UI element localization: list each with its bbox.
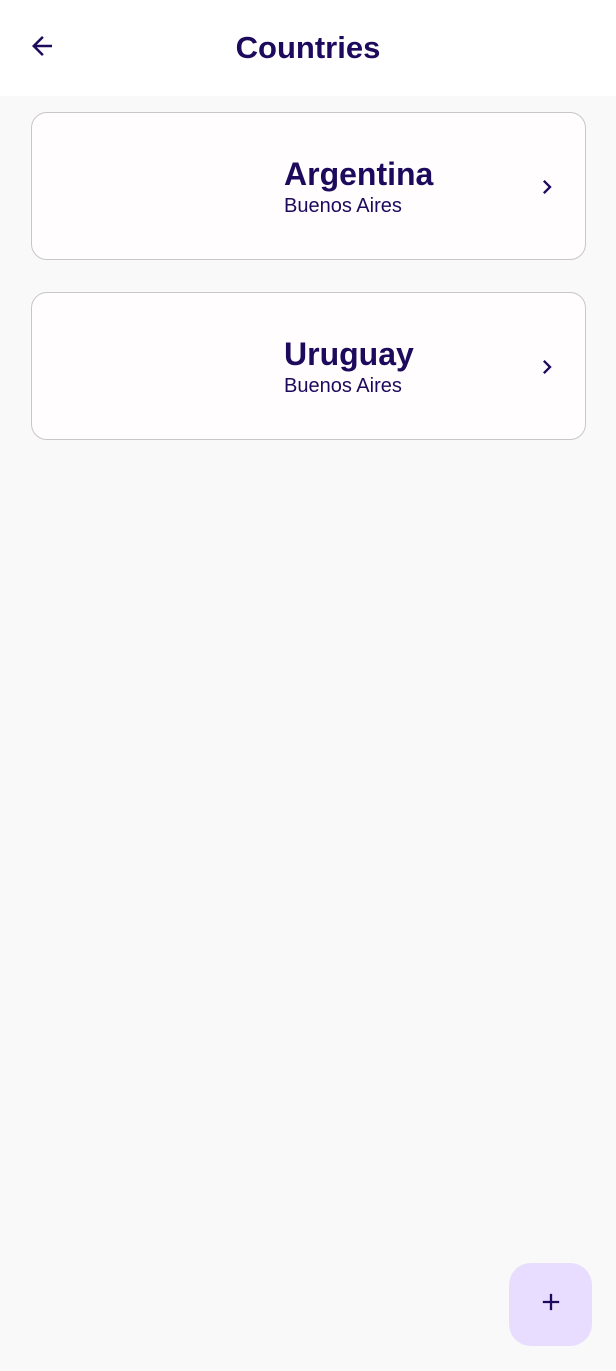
country-name: Argentina (284, 156, 434, 192)
chevron-right-icon (531, 171, 563, 203)
app-bar: Countries (0, 0, 616, 96)
country-capital: Buenos Aires (284, 195, 402, 217)
country-card-uruguay[interactable]: Uruguay Buenos Aires (31, 292, 586, 440)
add-country-button[interactable] (509, 1263, 592, 1346)
country-capital: Buenos Aires (284, 375, 402, 397)
chevron-right-icon (531, 351, 563, 383)
country-card-argentina[interactable]: Argentina Buenos Aires (31, 112, 586, 260)
country-list: Argentina Buenos Aires Uruguay Buenos Ai… (31, 112, 586, 472)
page-title: Countries (235, 30, 381, 65)
country-name: Uruguay (284, 336, 414, 372)
plus-icon (537, 1288, 565, 1321)
country-card-text: Uruguay Buenos Aires (284, 335, 414, 398)
country-card-text: Argentina Buenos Aires (284, 155, 433, 218)
